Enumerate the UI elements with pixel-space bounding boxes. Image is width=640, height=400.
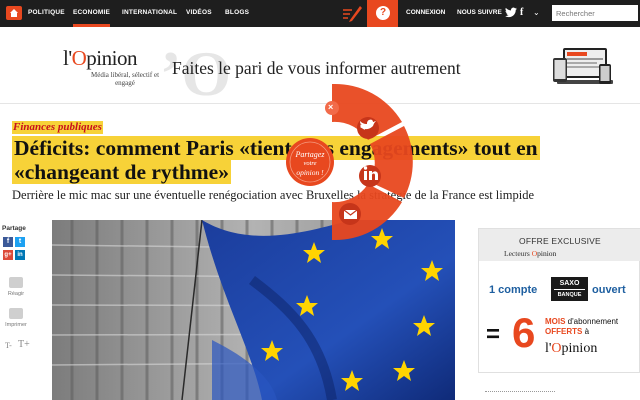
share-wheel-center[interactable]: Partagez votre opinion ! <box>286 150 334 177</box>
print-icon <box>9 308 23 319</box>
wheel-text-line1: Partagez <box>295 150 325 159</box>
ad-offerts: OFFERTS <box>545 327 583 336</box>
wheel-segment-right[interactable] <box>370 126 413 198</box>
follow-us-label: NOUS SUIVRE <box>457 9 502 16</box>
help-button[interactable]: ? <box>367 0 398 27</box>
nav-item-economie[interactable]: ECONOMIE <box>73 0 110 27</box>
site-tagline: Média libéral, sélectif et engagé <box>90 71 160 87</box>
share-wheel: × Partagez votre opinion ! <box>280 82 430 242</box>
nav-item-videos[interactable]: VIDÉOS <box>186 9 212 16</box>
saxo-banque-ad[interactable]: OFFRE EXCLUSIVE Lecteurs Opinion 1 compt… <box>478 228 640 373</box>
ad-readers-line: Lecteurs Opinion <box>504 249 556 258</box>
ad-a: à <box>582 327 590 336</box>
font-decrease-button[interactable]: T- <box>5 341 12 350</box>
pen-icon <box>343 6 362 22</box>
logo-prefix: l' <box>63 46 72 70</box>
headline-text: Déficits: comment Paris «tient» ses enga… <box>12 136 540 184</box>
help-icon: ? <box>376 6 390 20</box>
react-label: Réagir <box>7 291 25 297</box>
article-image <box>52 220 455 400</box>
share-twitter-button[interactable]: t <box>15 237 25 247</box>
ad-compte: 1 compte <box>489 284 538 296</box>
search-input[interactable] <box>552 5 638 21</box>
ad-mois: MOIS <box>545 317 566 326</box>
home-icon <box>10 9 18 17</box>
wheel-close-icon[interactable]: × <box>328 102 333 112</box>
logo-o: O <box>71 46 87 70</box>
saxo-line1: SAXO <box>559 280 580 287</box>
ad-header: OFFRE EXCLUSIVE Lecteurs Opinion <box>479 229 640 261</box>
font-increase-button[interactable]: T+ <box>18 339 30 350</box>
chevron-down-icon[interactable]: ⌄ <box>533 8 540 17</box>
ad-readers-prefix: Lecteurs <box>504 249 532 258</box>
ad-brand-rest: pinion <box>537 249 557 258</box>
ad-abonnement: d'abonnement <box>565 317 619 326</box>
eu-flag-photo <box>52 220 455 400</box>
print-button[interactable]: Imprimer <box>4 308 28 328</box>
saxo-banque-logo: SAXO BANQUE <box>551 277 588 301</box>
ad-ouvert: ouvert <box>592 284 626 296</box>
ad-months-text: MOIS d'abonnement OFFERTS à <box>545 317 640 337</box>
wheel-text-line3: opinion ! <box>296 168 324 177</box>
facebook-icon[interactable]: f <box>520 7 523 18</box>
logo-rest: pinion <box>86 46 137 70</box>
share-linkedin-button[interactable]: in <box>15 250 25 260</box>
login-link[interactable]: CONNEXION <box>406 9 445 16</box>
ad-offer-label: OFFRE EXCLUSIVE <box>519 236 601 246</box>
ad-brand-o2: O <box>551 341 562 356</box>
react-button[interactable]: Réagir <box>4 277 28 297</box>
bottom-divider <box>485 391 555 395</box>
write-button[interactable] <box>338 0 366 27</box>
nav-item-politique[interactable]: POLITIQUE <box>28 9 65 16</box>
print-label: Imprimer <box>5 322 27 328</box>
linkedin-icon <box>364 171 367 180</box>
home-button[interactable] <box>6 6 22 20</box>
devices-illustration <box>553 48 613 84</box>
share-label: Partage <box>2 225 26 232</box>
nav-item-blogs[interactable]: BLOGS <box>225 9 249 16</box>
nav-item-international[interactable]: INTERNATIONAL <box>122 9 177 16</box>
ad-six: 6 <box>512 309 536 356</box>
twitter-icon[interactable] <box>505 7 517 18</box>
share-facebook-button[interactable]: f <box>3 237 13 247</box>
comment-icon <box>9 277 23 288</box>
site-logo[interactable]: l'Opinion <box>63 46 137 71</box>
banner-slogan: Faites le pari de vous informer autremen… <box>172 58 461 78</box>
share-google-button[interactable]: g+ <box>3 250 13 260</box>
wheel-text-line2: votre <box>303 160 317 167</box>
saxo-line2: BANQUE <box>554 289 585 301</box>
top-navigation-bar: POLITIQUE ECONOMIE INTERNATIONAL VIDÉOS … <box>0 0 640 27</box>
ad-equals: = <box>486 321 501 348</box>
ad-brand-rest2: pinion <box>561 341 598 356</box>
ad-brand-logo: l'Opinion <box>545 341 597 357</box>
article-category[interactable]: Finances publiques <box>12 121 103 134</box>
